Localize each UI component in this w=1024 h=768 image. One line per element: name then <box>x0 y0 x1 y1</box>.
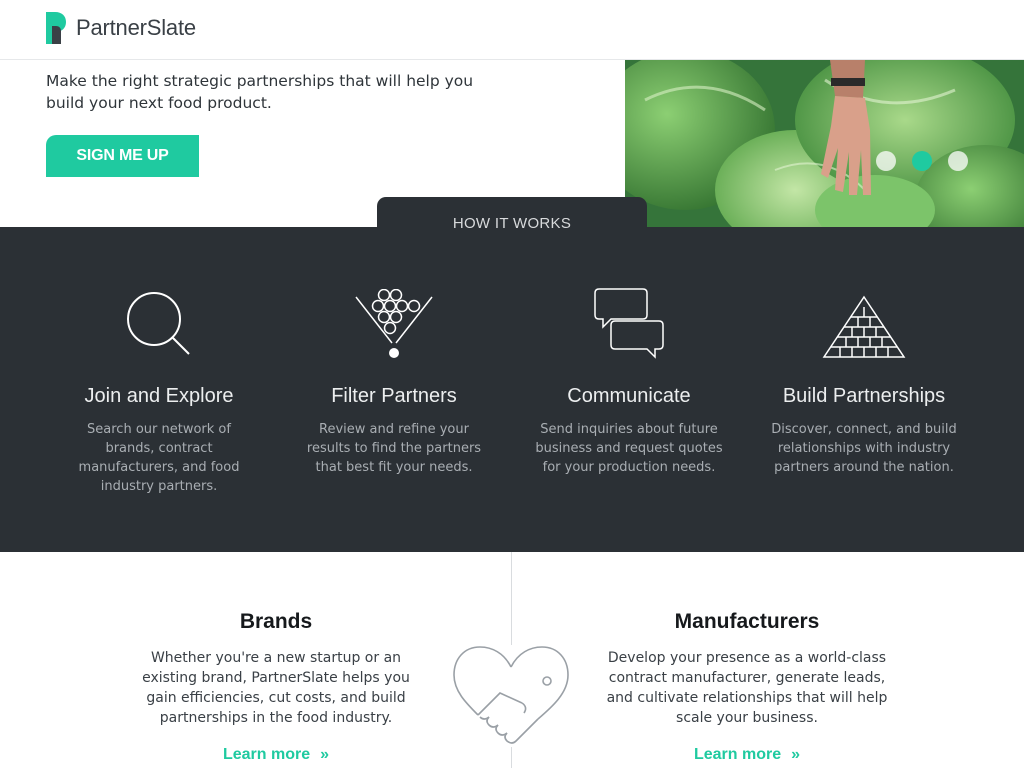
carousel-dot-2-active[interactable] <box>912 151 932 171</box>
manufacturers-learn-more-link[interactable]: Learn more » <box>694 746 800 764</box>
manufacturers-text: Develop your presence as a world-class c… <box>606 650 888 726</box>
carousel-dot-1[interactable] <box>876 151 896 171</box>
brands-text: Whether you're a new startup or an exist… <box>142 650 410 726</box>
step-title: Filter Partners <box>331 385 457 407</box>
step-join-and-explore: Join and Explore Search our network of b… <box>64 287 254 496</box>
how-it-works-label: HOW IT WORKS <box>452 214 572 232</box>
learn-more-label: Learn more <box>222 746 311 763</box>
step-text: Send inquiries about future business and… <box>535 422 723 475</box>
step-title: Build Partnerships <box>782 385 946 407</box>
how-it-works-section: Join and Explore Search our network of b… <box>0 227 1024 552</box>
step-text: Discover, connect, and build relationshi… <box>771 422 957 475</box>
step-communicate: Communicate Send inquiries about future … <box>534 287 724 477</box>
brands-learn-more-link[interactable]: Learn more » <box>223 746 329 764</box>
learn-more-label: Learn more <box>693 746 782 763</box>
carousel-dot-3[interactable] <box>948 151 968 171</box>
hero-cabbage-image <box>625 60 1024 227</box>
logo[interactable]: PartnerSlate <box>46 12 196 44</box>
brands-column: Brands Whether you're a new startup or a… <box>141 610 411 764</box>
partnerslate-logo-icon <box>46 12 66 44</box>
brands-title: Brands <box>239 610 313 633</box>
magnifier-icon <box>127 292 190 355</box>
chevron-right-icon: » <box>320 746 330 763</box>
logo-text: PartnerSlate <box>76 15 196 40</box>
step-title: Join and Explore <box>84 385 234 407</box>
step-build-partnerships: Build Partnerships Discover, connect, an… <box>769 287 959 477</box>
how-it-works-tab: HOW IT WORKS <box>377 197 647 232</box>
chat-bubbles-icon <box>594 288 664 359</box>
step-text: Search our network of brands, contract m… <box>78 422 240 494</box>
carousel-dots <box>876 151 968 171</box>
manufacturers-title: Manufacturers <box>674 610 820 633</box>
pyramid-icon <box>822 295 906 358</box>
chevron-right-icon: » <box>791 746 801 763</box>
hero-tagline: Make the right strategic partnerships th… <box>46 72 474 112</box>
site-header: PartnerSlate <box>0 0 1024 60</box>
step-filter-partners: Filter Partners Review and refine your r… <box>299 287 489 477</box>
handshake-heart-icon <box>453 645 569 747</box>
manufacturers-column: Manufacturers Develop your presence as a… <box>602 610 892 764</box>
funnel-filter-icon <box>355 289 433 358</box>
step-text: Review and refine your results to find t… <box>306 422 482 475</box>
step-title: Communicate <box>567 385 691 407</box>
sign-me-up-button[interactable]: SIGN ME UP <box>46 135 199 177</box>
